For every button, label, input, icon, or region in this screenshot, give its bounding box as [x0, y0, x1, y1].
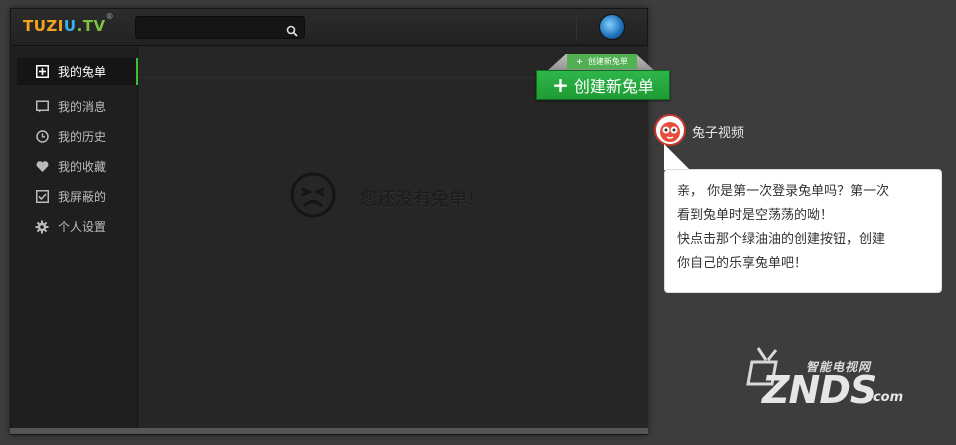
- registered-mark: ®: [105, 12, 115, 21]
- guide-line: 你自己的乐享兔单吧！: [677, 256, 808, 271]
- sidebar-item-my-lists[interactable]: 我的兔单: [17, 58, 138, 85]
- guide-bubble: 亲， 你是第一次登录兔单吗？第一次 看到兔单时是空荡荡的呦！ 快点击那个绿油油的…: [664, 169, 942, 293]
- sidebar-item-label: 我屏蔽的: [58, 190, 107, 204]
- guide-line: 看到兔单时是空荡荡的呦！: [677, 208, 834, 223]
- sidebar-item-favorites[interactable]: 我的收藏: [17, 153, 138, 180]
- logo-text-part1: TUZI: [23, 17, 64, 35]
- guide-line: 快点击那个绿油油的创建按钮，创建: [677, 232, 886, 247]
- guide-line: 亲， 你是第一次登录兔单吗？第一次: [677, 184, 890, 199]
- create-list-small-button[interactable]: + 创建新兔单: [567, 54, 637, 69]
- sidebar-item-label: 我的收藏: [58, 160, 107, 174]
- plus-icon: +: [552, 73, 569, 97]
- search-box: [135, 16, 305, 39]
- guide-name: 兔子视频: [692, 126, 745, 141]
- heart-icon: [35, 160, 49, 174]
- search-input[interactable]: [136, 17, 281, 39]
- window-bottom-edge: [10, 428, 648, 434]
- bunny-avatar: [654, 114, 686, 146]
- header-divider: [576, 15, 577, 41]
- logo-text-part3: .TV: [76, 17, 106, 35]
- sidebar-item-history[interactable]: 我的历史: [17, 123, 138, 150]
- sad-face-icon: [289, 171, 337, 223]
- watermark-main-text: ZNDS: [762, 368, 877, 412]
- plus-square-icon: [35, 65, 49, 79]
- sidebar-item-blocked[interactable]: 我屏蔽的: [17, 183, 138, 210]
- logo[interactable]: TUZIU.TV®: [23, 12, 114, 35]
- empty-state-text: 您还没有兔单！: [359, 189, 485, 210]
- main-content: 您还没有兔单！: [139, 47, 648, 434]
- watermark: 智能电视网 ZNDS .com: [742, 346, 942, 416]
- sidebar-item-label: 个人设置: [58, 220, 107, 234]
- sidebar-item-label: 我的历史: [58, 130, 107, 144]
- sidebar-item-label: 我的兔单: [58, 65, 107, 79]
- create-small-label: 创建新兔单: [587, 57, 628, 66]
- sidebar-item-settings[interactable]: 个人设置: [17, 213, 138, 240]
- checkbox-icon: [35, 190, 49, 204]
- watermark-suffix: .com: [868, 390, 904, 405]
- user-avatar[interactable]: [599, 14, 625, 40]
- sidebar: 我的兔单 我的消息 我的历史 我的收藏 我屏蔽的 个人设置: [11, 47, 138, 434]
- sidebar-item-messages[interactable]: 我的消息: [17, 93, 138, 120]
- bubble-tail: [664, 144, 690, 170]
- message-icon: [35, 100, 49, 114]
- plus-icon: +: [576, 57, 583, 66]
- sidebar-item-label: 我的消息: [58, 100, 107, 114]
- logo-text-part2: U: [63, 17, 77, 35]
- create-list-button[interactable]: + 创建新兔单: [536, 70, 670, 100]
- create-button-label: 创建新兔单: [573, 77, 654, 96]
- clock-icon: [35, 130, 49, 144]
- gear-icon: [35, 220, 49, 234]
- search-icon[interactable]: [286, 22, 298, 41]
- top-bar: TUZIU.TV®: [11, 9, 647, 46]
